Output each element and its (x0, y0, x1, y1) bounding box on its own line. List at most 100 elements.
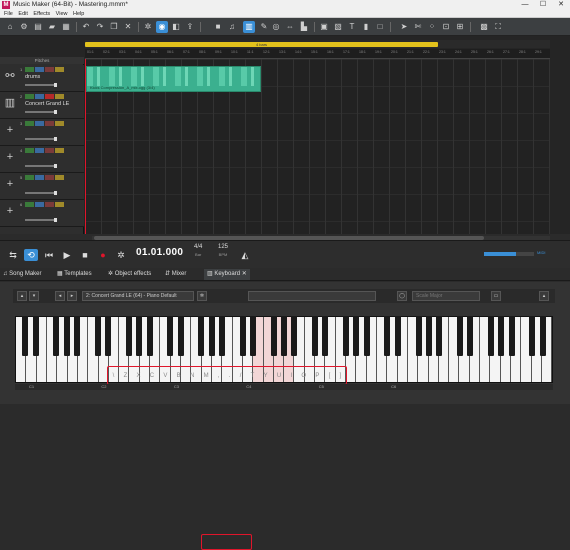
fx-button[interactable] (55, 175, 64, 180)
tab-keyboard[interactable]: ▥ Keyboard ✕ (204, 269, 250, 280)
black-key[interactable] (425, 316, 432, 356)
track-header[interactable]: +6 (0, 200, 84, 227)
menu-edit[interactable]: Edit (18, 10, 27, 18)
black-key[interactable] (353, 316, 360, 356)
black-key[interactable] (508, 316, 515, 356)
track-header[interactable]: ⚯ 1 drums (0, 65, 84, 92)
move-icon[interactable]: ⁘ (426, 21, 438, 33)
record-circle-icon[interactable]: ◎ (270, 21, 282, 33)
black-key[interactable] (394, 316, 401, 356)
black-key[interactable] (208, 316, 215, 356)
automation-button[interactable] (35, 175, 44, 180)
black-key[interactable] (539, 316, 546, 356)
black-key[interactable] (498, 316, 505, 356)
black-key[interactable] (270, 316, 277, 356)
split-icon[interactable]: ✄ (412, 21, 424, 33)
track-volume-slider[interactable] (25, 191, 57, 195)
save-icon[interactable]: ▦ (60, 21, 72, 33)
track-volume-slider[interactable] (25, 110, 57, 114)
next-instrument-icon[interactable]: ▸ (67, 291, 77, 301)
track-name[interactable]: Concert Grand LE (25, 101, 69, 107)
home-icon[interactable]: ⌂ (4, 21, 16, 33)
automation-button[interactable] (35, 148, 44, 153)
solo-button[interactable] (25, 202, 34, 207)
black-key[interactable] (146, 316, 153, 356)
menu-help[interactable]: Help (73, 10, 84, 18)
copy-icon[interactable]: ❐ (108, 21, 120, 33)
black-key[interactable] (322, 316, 329, 356)
black-key[interactable] (136, 316, 143, 356)
prev-instrument-icon[interactable]: ◂ (55, 291, 65, 301)
marker-icon[interactable]: ◧ (170, 21, 182, 33)
menu-effects[interactable]: Effects (33, 10, 50, 18)
stretch-icon[interactable]: ⇔ (284, 21, 296, 33)
settings-icon[interactable]: ✲ (142, 21, 154, 33)
black-key[interactable] (239, 316, 246, 356)
fx-button[interactable] (55, 67, 64, 72)
solo-button[interactable] (25, 175, 34, 180)
black-key[interactable] (125, 316, 132, 356)
timeline-ruler[interactable]: 01:1 02:1 03:1 04:1 05:1 06:1 07:1 08:1 09:1 10:1… (85, 49, 550, 59)
black-key[interactable] (456, 316, 463, 356)
track-volume-slider[interactable] (25, 83, 57, 87)
maximize-button[interactable]: ☐ (534, 0, 552, 10)
black-key[interactable] (384, 316, 391, 356)
open-folder-icon[interactable]: ▰ (46, 21, 58, 33)
playhead[interactable] (85, 59, 86, 234)
music-note-icon[interactable]: ♫ (226, 21, 238, 33)
snapshot-icon[interactable]: ▩ (478, 21, 490, 33)
automation-button[interactable] (35, 67, 44, 72)
mixer-toggle-icon[interactable]: ⇆ (6, 249, 20, 261)
chart-icon[interactable]: ▙ (298, 21, 310, 33)
tab-mixer[interactable]: ⇵ Mixer (165, 269, 186, 280)
solo-button[interactable] (25, 94, 34, 99)
square-icon[interactable]: □ (374, 21, 386, 33)
fx-button[interactable] (55, 148, 64, 153)
black-key[interactable] (198, 316, 205, 356)
snap-icon[interactable]: ◉ (156, 21, 168, 33)
instrument-preset-select[interactable]: 2: Concert Grand LE (64) - Piano Default (82, 291, 194, 301)
redo-icon[interactable]: ↷ (94, 21, 106, 33)
record-arm-button[interactable] (45, 121, 54, 126)
keyboard-icon[interactable]: ▥ (243, 21, 255, 33)
upload-icon[interactable]: ⇪ (184, 21, 196, 33)
black-key[interactable] (22, 316, 29, 356)
metronome-icon[interactable]: ◭ (238, 249, 252, 261)
black-key[interactable] (105, 316, 112, 356)
audio-clip[interactable]: Kicks Compression_A_mix.ogg (3/4) (86, 66, 261, 92)
rewind-button[interactable]: ⏮ (42, 249, 56, 261)
record-arm-button[interactable] (45, 175, 54, 180)
menu-view[interactable]: View (56, 10, 68, 18)
black-key[interactable] (218, 316, 225, 356)
panel-options-icon[interactable]: ▭ (491, 291, 501, 301)
black-key[interactable] (343, 316, 350, 356)
black-key[interactable] (32, 316, 39, 356)
automation-button[interactable] (35, 121, 44, 126)
black-key[interactable] (177, 316, 184, 356)
new-file-icon[interactable]: ▤ (32, 21, 44, 33)
zoom-icon[interactable]: ⊞ (454, 21, 466, 33)
time-signature[interactable]: 4/4 Bar (194, 244, 202, 258)
arpeggio-select[interactable] (248, 291, 376, 301)
black-key[interactable] (312, 316, 319, 356)
black-key[interactable] (63, 316, 70, 356)
track-volume-slider[interactable] (25, 218, 57, 222)
track-header[interactable]: ▥ 2 Concert Grand LE (0, 92, 84, 119)
record-arm-button[interactable] (45, 67, 54, 72)
black-key[interactable] (249, 316, 256, 356)
black-key[interactable] (529, 316, 536, 356)
image-icon[interactable]: ▧ (332, 21, 344, 33)
black-key[interactable] (487, 316, 494, 356)
black-key[interactable] (436, 316, 443, 356)
loop-button[interactable]: ⟲ (24, 249, 38, 261)
record-button[interactable]: ● (96, 249, 110, 261)
tab-song-maker[interactable]: ♫ Song Maker (3, 269, 42, 280)
scale-toggle-icon[interactable]: ◯ (397, 291, 407, 301)
solo-button[interactable] (25, 67, 34, 72)
record-arm-button[interactable] (45, 202, 54, 207)
tab-object-effects[interactable]: ✲ Object effects (108, 269, 151, 280)
lock-icon[interactable]: ⊡ (440, 21, 452, 33)
record-arm-button[interactable] (45, 148, 54, 153)
close-button[interactable]: ✕ (552, 0, 570, 10)
track-header[interactable]: +5 (0, 173, 84, 200)
